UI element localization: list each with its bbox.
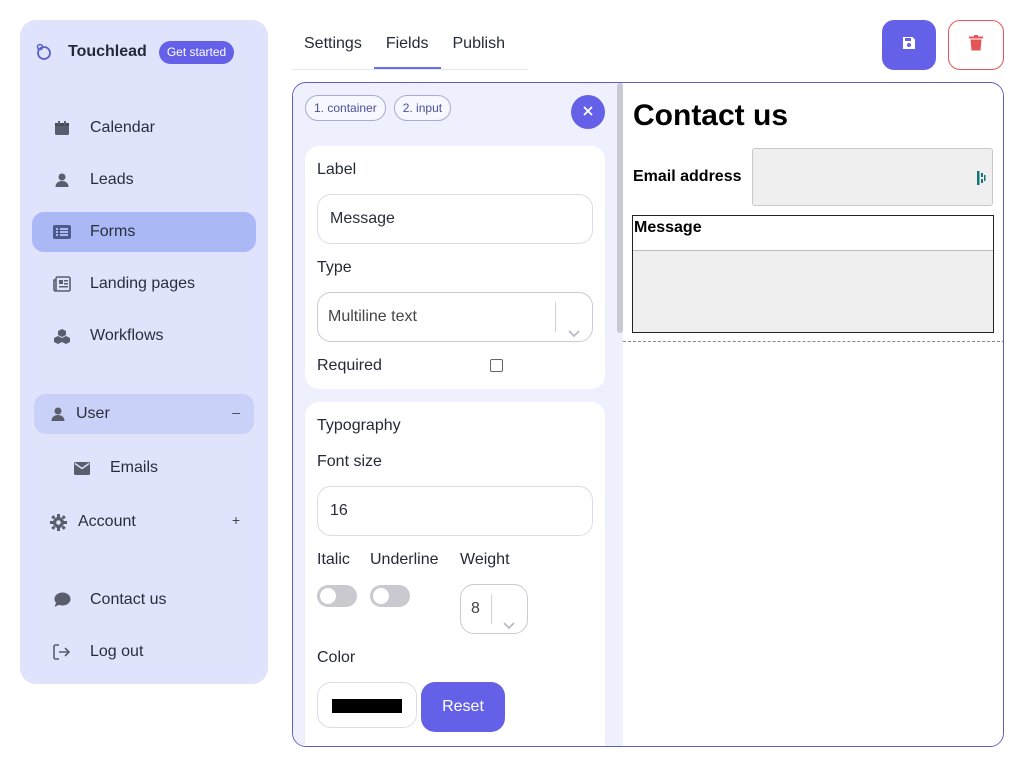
logout-icon <box>52 642 72 662</box>
sidebar-item-emails[interactable]: Emails <box>32 448 256 488</box>
weight-select-value: 8 <box>471 600 480 617</box>
sidebar-item-label: Log out <box>90 643 144 660</box>
sidebar-item-label: Contact us <box>90 591 167 608</box>
italic-label: Italic <box>317 551 350 568</box>
breadcrumb-container[interactable]: 1. container <box>305 95 386 121</box>
required-checkbox[interactable] <box>490 359 503 372</box>
tab-fields[interactable]: Fields <box>373 28 441 69</box>
envelope-icon <box>72 458 92 478</box>
breadcrumb-input[interactable]: 2. input <box>393 95 452 121</box>
save-button[interactable] <box>882 20 936 70</box>
brand-name: Touchlead <box>68 43 147 60</box>
sidebar-item-workflows[interactable]: Workflows <box>32 316 256 356</box>
newspaper-icon <box>52 274 72 294</box>
brand: Touchlead Get started <box>34 40 235 64</box>
user-icon <box>52 170 72 190</box>
tab-settings[interactable]: Settings <box>292 28 374 69</box>
select-separator <box>491 594 492 624</box>
sidebar-item-user[interactable]: User – <box>34 394 254 434</box>
tab-publish[interactable]: Publish <box>441 28 517 69</box>
trash-icon <box>969 34 983 56</box>
list-icon <box>52 222 72 242</box>
typography-heading: Typography <box>317 417 401 434</box>
sidebar-item-forms[interactable]: Forms <box>32 212 256 252</box>
select-separator <box>555 302 556 332</box>
gear-icon <box>48 512 68 532</box>
weight-label: Weight <box>460 551 510 568</box>
delete-button[interactable] <box>948 20 1004 70</box>
type-select[interactable]: Multiline text <box>317 292 593 342</box>
color-label: Color <box>317 649 356 666</box>
color-swatch <box>332 699 402 713</box>
preview-email-input[interactable] <box>752 148 993 206</box>
font-size-input[interactable]: 16 <box>317 486 593 536</box>
password-manager-icon[interactable] <box>976 170 986 191</box>
chevron-down-icon <box>568 310 580 358</box>
type-select-value: Multiline text <box>328 308 417 325</box>
get-started-button[interactable]: Get started <box>158 40 235 64</box>
reset-color-button[interactable]: Reset <box>421 682 505 732</box>
sidebar-item-label: Calendar <box>90 119 155 136</box>
close-icon <box>583 103 593 121</box>
sidebar-item-account[interactable]: Account + <box>32 502 256 542</box>
user-icon <box>48 404 68 424</box>
close-panel-button[interactable] <box>571 95 605 129</box>
weight-select[interactable]: 8 <box>460 584 528 634</box>
preview-email-label: Email address <box>633 168 742 185</box>
preview-message-textarea[interactable] <box>633 250 993 332</box>
font-size-heading: Font size <box>317 453 382 470</box>
sidebar-item-contact-us[interactable]: Contact us <box>32 580 256 620</box>
sidebar-item-leads[interactable]: Leads <box>32 160 256 200</box>
cubes-icon <box>52 326 72 346</box>
collapse-toggle[interactable]: – <box>232 404 240 420</box>
type-heading: Type <box>317 259 352 276</box>
color-picker[interactable] <box>317 682 417 728</box>
underline-label: Underline <box>370 551 439 568</box>
label-input[interactable]: Message <box>317 194 593 244</box>
sidebar-item-landing-pages[interactable]: Landing pages <box>32 264 256 304</box>
sidebar-item-label: Account <box>78 513 136 530</box>
comment-icon <box>52 590 72 610</box>
sidebar-item-label: Workflows <box>90 327 164 344</box>
form-preview: Contact us Email address Message <box>623 83 1003 746</box>
save-icon <box>902 36 916 55</box>
preview-message-label: Message <box>634 219 702 236</box>
sidebar: Touchlead Get started Calendar Leads For… <box>20 20 268 684</box>
sidebar-item-calendar[interactable]: Calendar <box>32 108 256 148</box>
underline-toggle[interactable] <box>370 585 410 607</box>
breadcrumb: 1. container 2. input <box>305 95 452 121</box>
italic-toggle[interactable] <box>317 585 357 607</box>
chevron-down-icon <box>503 602 515 650</box>
preview-title: Contact us <box>633 99 789 132</box>
sidebar-item-label: Landing pages <box>90 275 195 292</box>
calendar-icon <box>52 118 72 138</box>
editor-tabs: Settings Fields Publish <box>292 28 528 70</box>
sidebar-item-log-out[interactable]: Log out <box>32 632 256 672</box>
typography-card: Typography Font size 16 Italic Underline… <box>305 402 605 746</box>
drop-zone-divider <box>623 341 1003 342</box>
form-editor: 1. container 2. input Label Message Type… <box>292 82 1004 747</box>
sidebar-item-label: User <box>76 405 110 422</box>
sidebar-item-label: Leads <box>90 171 134 188</box>
required-label: Required <box>317 357 382 374</box>
field-settings-card: Label Message Type Multiline text Requir… <box>305 146 605 389</box>
preview-message-field[interactable]: Message <box>632 215 994 333</box>
expand-toggle[interactable]: + <box>232 512 240 528</box>
logo-icon <box>34 42 54 62</box>
label-heading: Label <box>317 161 357 178</box>
sidebar-item-label: Emails <box>110 459 159 476</box>
properties-panel: 1. container 2. input Label Message Type… <box>293 83 623 746</box>
sidebar-item-label: Forms <box>90 223 136 240</box>
